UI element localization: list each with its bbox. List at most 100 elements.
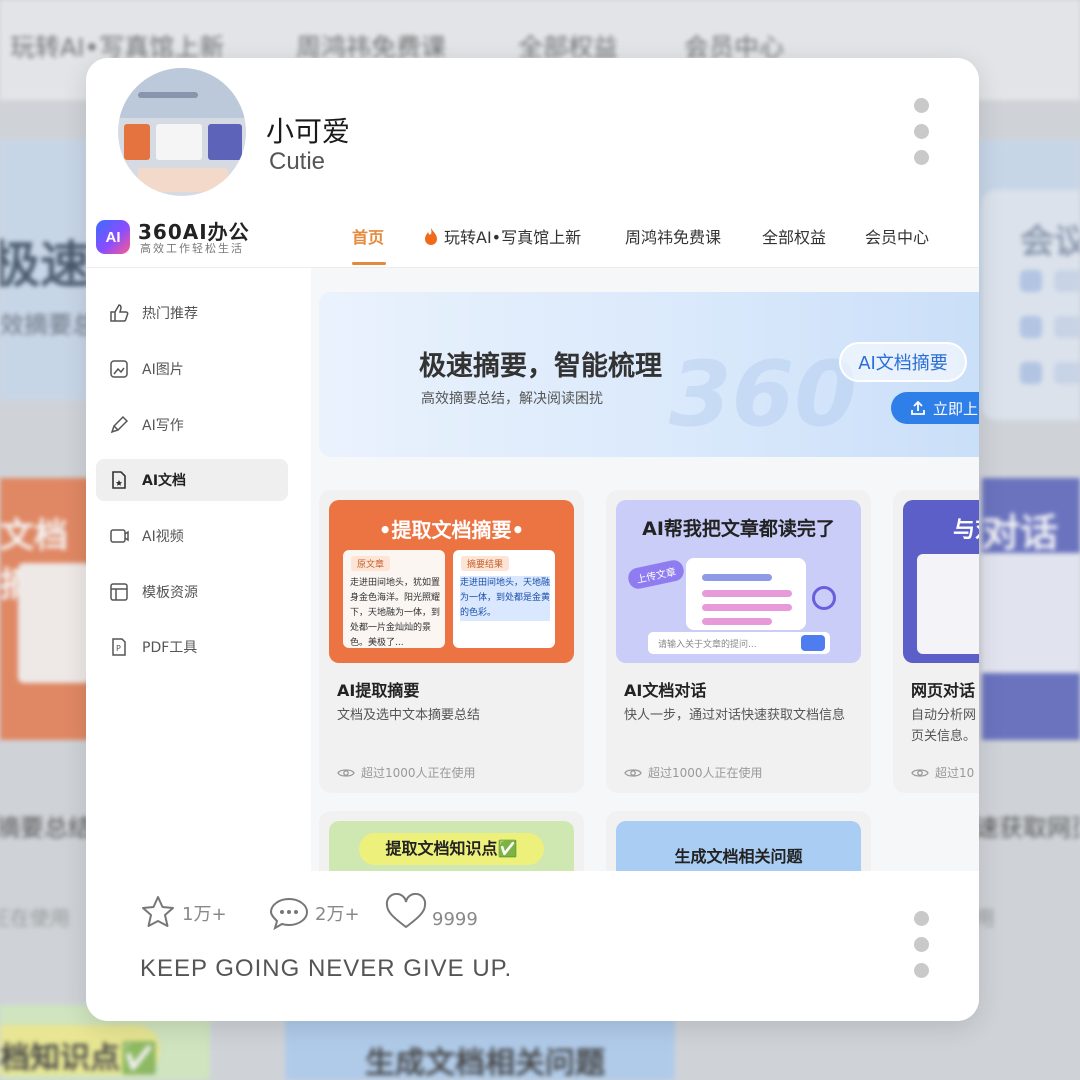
card-thumbnail-title: 提取文档知识点✅ <box>359 833 544 865</box>
sidebar-item-templates[interactable]: 模板资源 <box>96 571 288 613</box>
more-options-icon[interactable] <box>914 98 930 176</box>
card-usage: 超过1000人正在使用 <box>337 764 476 781</box>
eye-icon <box>337 768 355 777</box>
card-thumbnail-title: 生成文档相关问题 <box>616 821 861 871</box>
app-logo-icon[interactable]: AI <box>96 220 130 254</box>
card-usage-text: 超过10 <box>935 766 975 780</box>
sidebar-item-ai-video[interactable]: AI视频 <box>96 515 288 557</box>
user-name: 小可爱 <box>266 115 351 148</box>
feature-card-web-chat[interactable]: 与对话 网页对话 自动分析网页关信息。 超过10 <box>893 490 979 793</box>
nav-member-center[interactable]: 会员中心 <box>865 224 929 248</box>
like-count: 9999 <box>432 908 478 930</box>
sidebar-item-hot[interactable]: 热门推荐 <box>96 292 288 334</box>
background-text: 正在使用 <box>0 906 70 930</box>
card-usage: 超过1000人正在使用 <box>624 764 763 781</box>
nav-all-benefits[interactable]: 全部权益 <box>762 224 826 248</box>
card-description: 快人一步，通过对话快速获取文档信息 <box>624 708 846 723</box>
banner-upload-button[interactable]: 立即上 <box>891 392 979 424</box>
card-thumbnail: 与对话 <box>903 500 979 663</box>
thumbnail-tag: 摘要结果 <box>461 556 510 571</box>
sidebar-item-label: AI视频 <box>142 529 184 545</box>
comment-stat[interactable]: 2万+ <box>267 893 360 933</box>
thumbnail-title: AI帮我把文章都读完了 <box>642 518 835 540</box>
thumbnail-input-text: 请输入关于文章的提问... <box>658 640 757 650</box>
sidebar-item-pdf[interactable]: P PDF工具 <box>96 626 288 668</box>
banner-subtitle: 高效摘要总结，解决阅读困扰 <box>421 391 603 407</box>
thumbs-up-icon <box>110 304 129 322</box>
promo-banner[interactable]: 360 极速摘要，智能梳理 高效摘要总结，解决阅读困扰 AI文档摘要 立即上 <box>319 292 979 457</box>
favorite-stat[interactable]: 1万+ <box>138 893 227 933</box>
image-icon <box>110 360 128 378</box>
card-thumbnail: •提取文档摘要• 原文章 走进田间地头，犹如置身金色海洋。阳光照耀下，天地融为一… <box>329 500 574 663</box>
avatar[interactable] <box>118 68 246 196</box>
sidebar-item-ai-document[interactable]: AI文档 <box>96 459 288 501</box>
background-side-title: 会议 <box>1020 222 1080 262</box>
eye-icon <box>911 768 929 777</box>
card-usage-text: 超过1000人正在使用 <box>361 766 476 780</box>
pen-icon <box>110 415 129 434</box>
banner-watermark: 360 <box>669 342 857 447</box>
card-description: 自动分析网页关信息。 <box>911 708 977 744</box>
upload-icon <box>911 400 925 415</box>
background-side-panel: 会议 <box>982 190 1080 420</box>
sidebar-item-label: 模板资源 <box>142 585 198 601</box>
thumbnail-tag: 原文章 <box>351 556 391 571</box>
background-text: 速获取网页 <box>975 814 1080 842</box>
svg-text:P: P <box>116 644 121 653</box>
card-title: AI提取摘要 <box>337 681 420 700</box>
thumbnail-title: 与对话 <box>953 518 979 543</box>
eye-icon <box>624 768 642 777</box>
card-usage-text: 超过1000人正在使用 <box>648 766 763 780</box>
sidebar-item-label: AI图片 <box>142 362 184 378</box>
like-stat[interactable]: 9999 <box>384 893 478 933</box>
post-caption: KEEP GOING NEVER GIVE UP. <box>140 955 513 982</box>
favorite-count: 1万+ <box>182 904 227 925</box>
video-icon <box>110 529 129 543</box>
background-card-right-title: 对话 <box>982 511 1059 555</box>
heart-icon <box>385 893 427 929</box>
fire-icon <box>425 228 437 245</box>
star-icon <box>142 896 174 927</box>
banner-feature-pill[interactable]: AI文档摘要 <box>839 342 967 382</box>
feature-card-document-chat[interactable]: AI帮我把文章都读完了 上传文章 请输入关于文章的提问... AI文档对话 快人… <box>606 490 871 793</box>
card-thumbnail: AI帮我把文章都读完了 上传文章 请输入关于文章的提问... <box>616 500 861 663</box>
nav-label: 玩转AI•写真馆上新 <box>444 228 582 247</box>
nav-photo-studio[interactable]: 玩转AI•写真馆上新 <box>424 224 581 248</box>
template-icon <box>110 583 128 601</box>
send-icon <box>801 635 825 651</box>
feature-card-extract-summary[interactable]: •提取文档摘要• 原文章 走进田间地头，犹如置身金色海洋。阳光照耀下，天地融为一… <box>319 490 584 793</box>
comment-count: 2万+ <box>315 904 360 925</box>
comment-icon <box>269 897 309 931</box>
background-pill-text: 生成文档相关问题 <box>365 1046 605 1080</box>
background-pill-text: 档知识点✅ <box>0 1041 158 1076</box>
background-banner-subtitle: 效摘要总 <box>0 311 96 339</box>
background-card-right: 对话 <box>982 478 1080 740</box>
card-description: 文档及选中文本摘要总结 <box>337 708 481 723</box>
sidebar-item-label: PDF工具 <box>142 640 198 656</box>
footer-more-icon[interactable] <box>914 911 930 989</box>
background-card-left: 文档摘 <box>0 478 90 740</box>
app-slogan: 高效工作轻松生活 <box>140 242 244 255</box>
pdf-icon: P <box>112 638 126 656</box>
nav-free-course[interactable]: 周鸿祎免费课 <box>625 224 721 248</box>
card-title: 网页对话 <box>911 681 976 700</box>
document-star-icon <box>112 471 126 489</box>
background-text: 摘要总结 <box>0 814 92 842</box>
app-sidebar: 热门推荐 AI图片 AI写作 AI文档 AI视频 模板资源 P PDF工具 <box>86 268 311 871</box>
thumbnail-text: 走进田间地头，犹如置身金色海洋。阳光照耀下，天地融为一体，到处都一片金灿灿的景色… <box>350 578 441 648</box>
card-usage: 超过10 <box>911 764 974 781</box>
clock-icon <box>812 586 836 610</box>
sidebar-item-ai-image[interactable]: AI图片 <box>96 348 288 390</box>
post-card: 小可爱 Cutie AI 360AI办公 高效工作轻松生活 首页 玩转AI•写真… <box>86 58 979 1021</box>
post-footer: 1万+ 2万+ 9999 KEEP GOING NEVER GIVE UP. <box>86 871 979 1021</box>
user-subtitle: Cutie <box>269 148 326 175</box>
thumbnail-chip: 上传文章 <box>626 558 686 591</box>
banner-title: 极速摘要，智能梳理 <box>419 351 662 382</box>
feature-card-related-questions[interactable]: 生成文档相关问题 <box>606 811 871 871</box>
feature-card-knowledge-points[interactable]: 提取文档知识点✅ <box>319 811 584 871</box>
card-title: AI文档对话 <box>624 681 707 700</box>
app-topbar: AI 360AI办公 高效工作轻松生活 首页 玩转AI•写真馆上新 周鸿祎免费课… <box>86 206 979 268</box>
nav-home[interactable]: 首页 <box>352 224 384 248</box>
sidebar-item-ai-writing[interactable]: AI写作 <box>96 404 288 446</box>
nav-active-indicator <box>352 262 386 265</box>
